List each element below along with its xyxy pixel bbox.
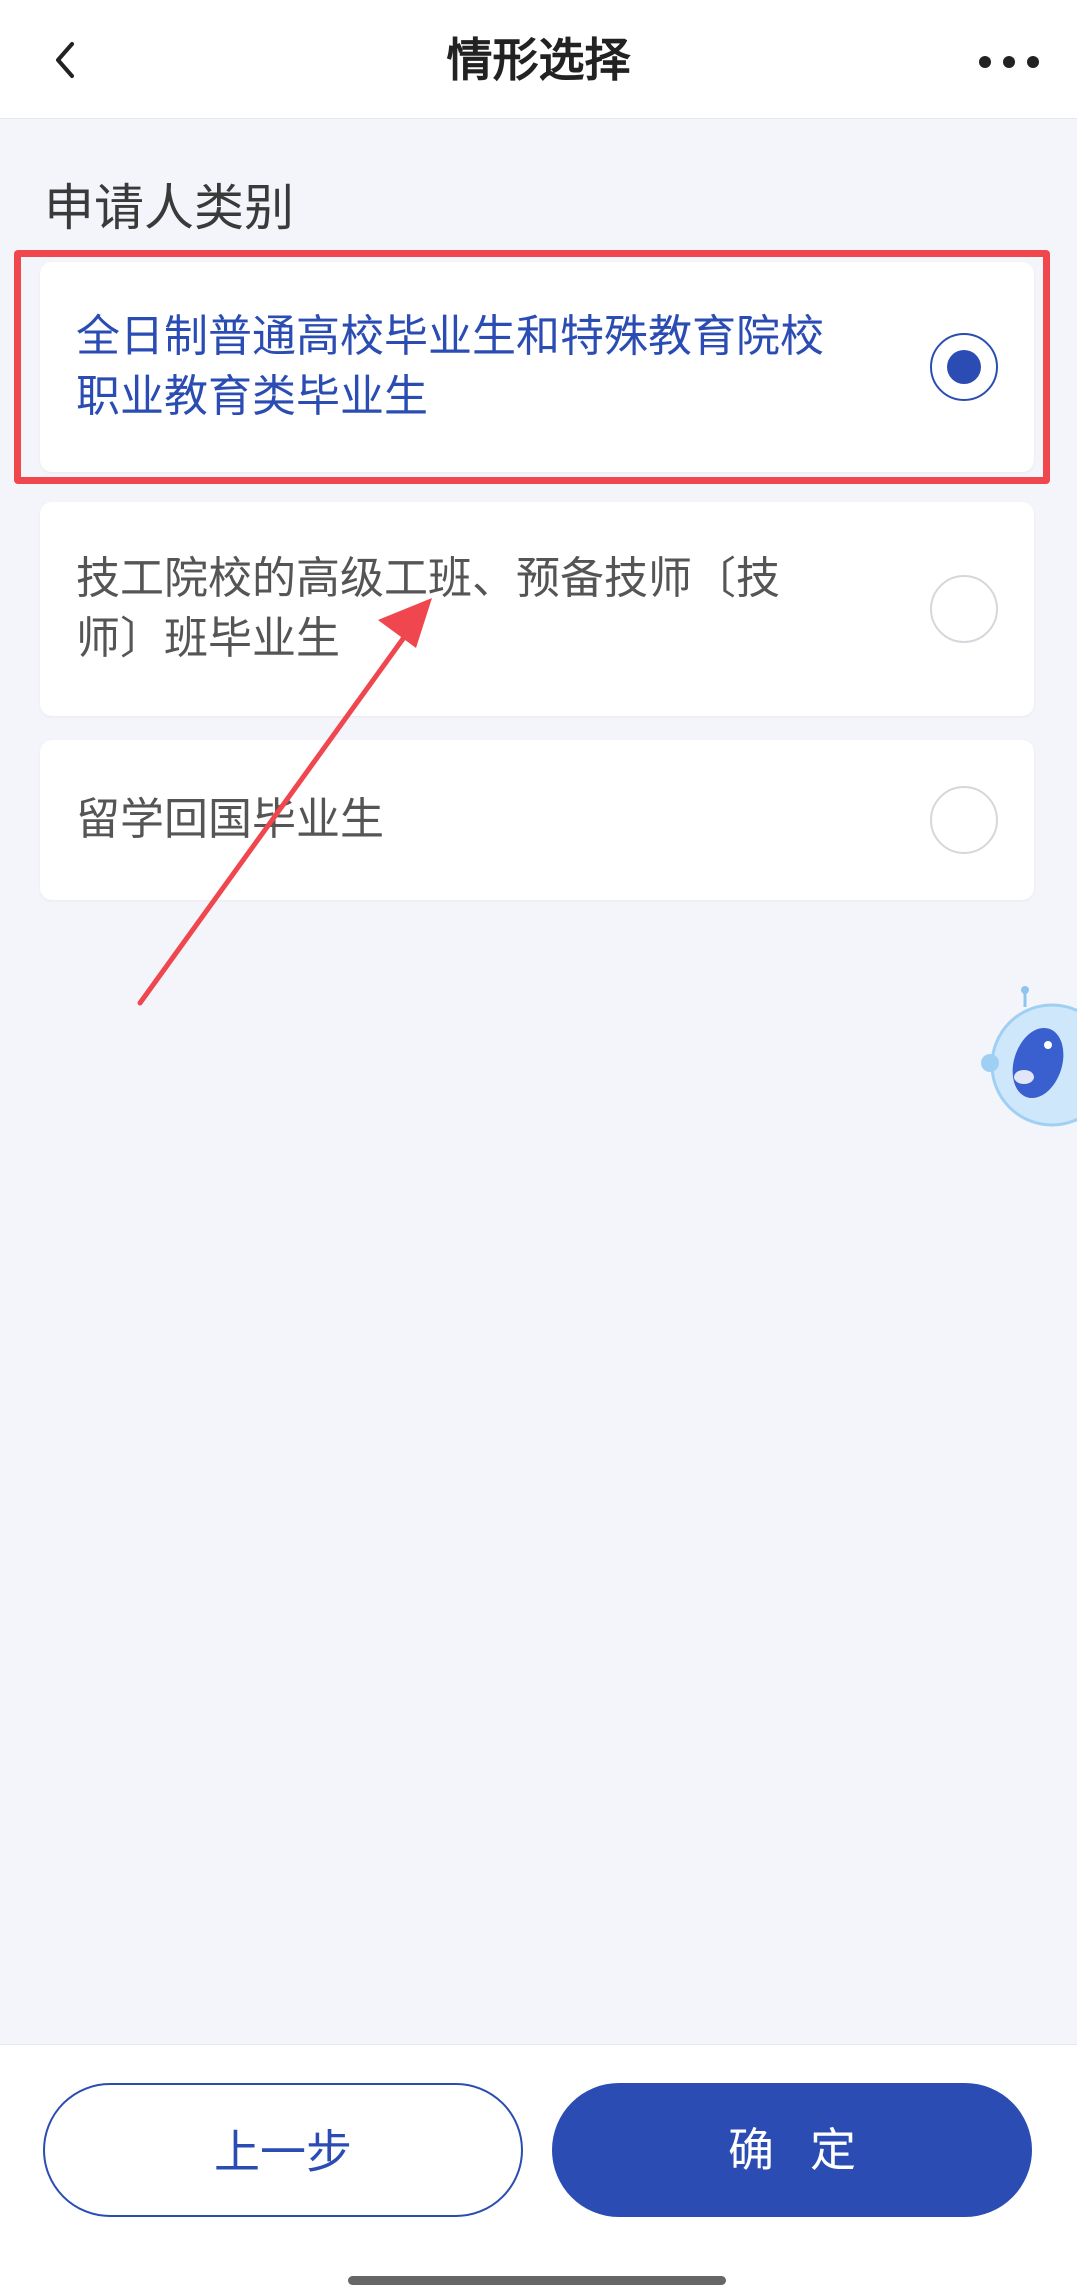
previous-step-button[interactable]: 上一步: [43, 2083, 523, 2217]
option-label: 留学回国毕业生: [76, 790, 876, 850]
home-indicator[interactable]: [348, 2276, 726, 2285]
option-technical-school-graduates[interactable]: 技工院校的高级工班、预备技师〔技 师〕班毕业生: [40, 502, 1034, 716]
radio-checked-icon[interactable]: [930, 333, 998, 401]
confirm-button[interactable]: 确定: [552, 2083, 1032, 2217]
radio-unchecked-icon[interactable]: [930, 575, 998, 643]
bottom-action-bar: 上一步 确定: [0, 2044, 1077, 2290]
option-label-line: 师〕班毕业生: [76, 613, 340, 664]
option-label-line: 全日制普通高校毕业生和特殊教育院校: [76, 311, 824, 362]
option-overseas-returnee-graduates[interactable]: 留学回国毕业生: [40, 740, 1034, 900]
more-horizontal-icon[interactable]: [977, 44, 1041, 80]
radio-unchecked-icon[interactable]: [930, 786, 998, 854]
option-label: 技工院校的高级工班、预备技师〔技 师〕班毕业生: [76, 549, 876, 669]
page-title: 情形选择: [446, 33, 631, 87]
option-label-line: 技工院校的高级工班、预备技师〔技: [76, 553, 780, 604]
section-label: 申请人类别: [44, 179, 294, 237]
option-label: 全日制普通高校毕业生和特殊教育院校 职业教育类毕业生: [76, 307, 876, 427]
navbar: 情形选择: [0, 0, 1077, 119]
assistant-robot-icon[interactable]: [972, 985, 1077, 1145]
option-fulltime-graduates[interactable]: 全日制普通高校毕业生和特殊教育院校 职业教育类毕业生: [40, 262, 1034, 472]
option-label-line: 留学回国毕业生: [76, 794, 384, 845]
option-label-line: 职业教育类毕业生: [76, 371, 428, 422]
